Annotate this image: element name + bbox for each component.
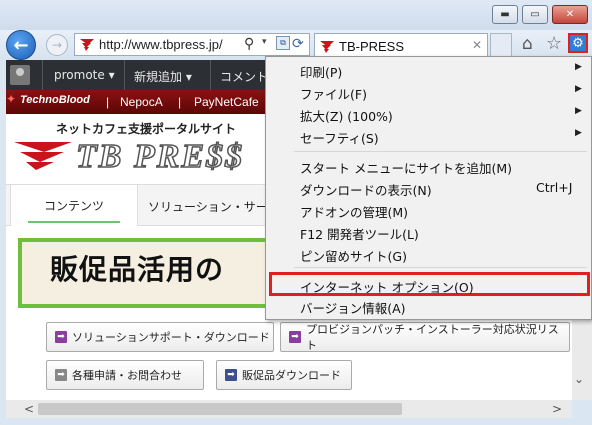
forward-button[interactable]: → xyxy=(46,34,68,56)
gear-icon: ⚙ xyxy=(572,35,584,51)
menu-item-add-to-start[interactable]: スタート メニューにサイトを追加(M) xyxy=(266,155,591,177)
tab-title: TB-PRESS xyxy=(339,39,405,54)
menu-item-pinned-sites[interactable]: ピン留めサイト(G) xyxy=(266,243,591,265)
site-favicon-icon xyxy=(320,41,334,53)
separator: | xyxy=(178,95,182,109)
menu-item-manage-addons[interactable]: アドオンの管理(M) xyxy=(266,199,591,221)
tbpress-logo-icon xyxy=(14,142,72,170)
menu-shortcut: Ctrl+J xyxy=(536,180,573,195)
back-button[interactable]: ← xyxy=(6,30,36,60)
scroll-down-icon[interactable]: ⌄ xyxy=(574,372,584,386)
arrow-right-icon: ➡ xyxy=(55,331,67,343)
tools-button[interactable]: ⚙ xyxy=(568,33,588,53)
compatibility-icon[interactable]: ⧉ xyxy=(276,36,290,50)
horizontal-scroll-thumb[interactable] xyxy=(38,403,402,415)
menu-item-safety[interactable]: セーフティ(S) ▶ xyxy=(266,125,591,147)
link-nepoca[interactable]: NepocA xyxy=(120,95,163,109)
technoblood-logo-icon: ✦ xyxy=(6,92,17,106)
site-logo[interactable]: TB PRE$$ xyxy=(75,137,244,176)
submenu-arrow-icon: ▶ xyxy=(575,62,582,72)
minimize-button[interactable]: ▬ xyxy=(492,5,518,24)
back-icon: ← xyxy=(13,34,29,56)
scroll-left-icon[interactable]: < xyxy=(24,402,34,416)
link-promo-download[interactable]: ➡ 販促品ダウンロード xyxy=(216,360,352,390)
menu-item-file[interactable]: ファイル(F) ▶ xyxy=(266,81,591,103)
link-label: 各種申請・お問合わせ xyxy=(72,369,182,382)
maximize-button[interactable]: ▭ xyxy=(522,5,548,24)
menu-item-view-downloads[interactable]: ダウンロードの表示(N) Ctrl+J xyxy=(266,177,591,199)
admin-bar-item-promote[interactable]: promote ▾ xyxy=(54,68,115,82)
home-icon[interactable]: ⌂ xyxy=(522,34,533,54)
menu-divider xyxy=(294,267,587,268)
menu-item-label: アドオンの管理(M) xyxy=(300,205,409,220)
tab-label: コンテンツ xyxy=(43,199,104,213)
menu-item-label: スタート メニューにサイトを追加(M) xyxy=(300,161,513,176)
separator: | xyxy=(106,95,110,109)
link-label: 販促品ダウンロード xyxy=(242,369,341,382)
link-label: プロビジョンパッチ・インストーラー対応状況リスト xyxy=(305,323,559,352)
minimize-icon: ▬ xyxy=(500,9,510,20)
refresh-icon[interactable]: ⟳ xyxy=(292,36,304,52)
tab-close-icon[interactable]: ✕ xyxy=(472,38,482,52)
divider xyxy=(42,60,43,90)
submenu-arrow-icon: ▶ xyxy=(575,84,582,94)
favorites-star-icon[interactable]: ☆ xyxy=(546,33,562,54)
address-bar[interactable]: http://www.tbpress.jp/ xyxy=(74,33,310,56)
maximize-icon: ▭ xyxy=(530,9,540,20)
submenu-arrow-icon: ▶ xyxy=(575,106,582,116)
forward-icon: → xyxy=(51,38,63,52)
menu-divider xyxy=(294,151,587,152)
menu-item-label: 印刷(P) xyxy=(300,65,343,80)
menu-item-label: セーフティ(S) xyxy=(300,131,379,146)
link-solution-support-download[interactable]: ➡ ソリューションサポート・ダウンロード xyxy=(46,322,274,352)
site-favicon-icon xyxy=(80,39,94,51)
menu-item-label: 拡大(Z) (100%) xyxy=(300,109,393,124)
arrow-right-icon: ➡ xyxy=(55,369,67,381)
menu-item-about[interactable]: バージョン情報(A) xyxy=(266,295,591,317)
close-button[interactable]: ✕ xyxy=(552,5,588,24)
menu-item-zoom[interactable]: 拡大(Z) (100%) ▶ xyxy=(266,103,591,125)
menu-item-label: ピン留めサイト(G) xyxy=(300,249,407,264)
menu-item-label: ファイル(F) xyxy=(300,87,367,102)
arrow-right-icon: ➡ xyxy=(289,331,301,343)
scroll-right-icon[interactable]: > xyxy=(552,402,562,416)
chevron-down-icon[interactable]: ▾ xyxy=(262,37,267,47)
admin-bar-item-new[interactable]: 新規追加 ▾ xyxy=(134,68,192,85)
menu-item-f12-tools[interactable]: F12 開発者ツール(L) xyxy=(266,221,591,243)
brand-technoblood[interactable]: TechnoBlood xyxy=(20,94,90,106)
tab-contents[interactable]: コンテンツ xyxy=(10,185,138,226)
avatar[interactable] xyxy=(10,65,30,85)
arrow-right-icon: ➡ xyxy=(225,369,237,381)
menu-item-label: F12 開発者ツール(L) xyxy=(300,227,419,242)
divider xyxy=(124,60,125,90)
divider xyxy=(210,60,211,90)
link-provision-patch-list[interactable]: ➡ プロビジョンパッチ・インストーラー対応状況リスト xyxy=(280,322,570,352)
close-icon: ✕ xyxy=(565,9,575,20)
menu-item-print[interactable]: 印刷(P) ▶ xyxy=(266,59,591,81)
link-applications-contact[interactable]: ➡ 各種申請・お問合わせ xyxy=(46,360,204,390)
menu-item-internet-options[interactable]: インターネット オプション(O) xyxy=(269,272,590,296)
menu-item-label: バージョン情報(A) xyxy=(300,301,406,316)
address-url: http://www.tbpress.jp/ xyxy=(99,37,223,52)
banner-text: 販促品活用の xyxy=(50,253,225,286)
search-icon[interactable]: ⚲ xyxy=(244,36,254,52)
menu-item-label: ダウンロードの表示(N) xyxy=(300,183,432,198)
active-tab-underline xyxy=(28,221,120,223)
tools-menu: 印刷(P) ▶ ファイル(F) ▶ 拡大(Z) (100%) ▶ セーフティ(S… xyxy=(265,56,592,320)
site-tagline: ネットカフェ支援ポータルサイト xyxy=(56,122,237,136)
link-paynetcafe[interactable]: PayNetCafe xyxy=(194,95,259,109)
menu-item-label: インターネット オプション(O) xyxy=(300,280,474,295)
link-label: ソリューションサポート・ダウンロード xyxy=(72,331,270,344)
submenu-arrow-icon: ▶ xyxy=(575,128,582,138)
admin-bar-item-comment[interactable]: コメント xyxy=(220,68,268,85)
